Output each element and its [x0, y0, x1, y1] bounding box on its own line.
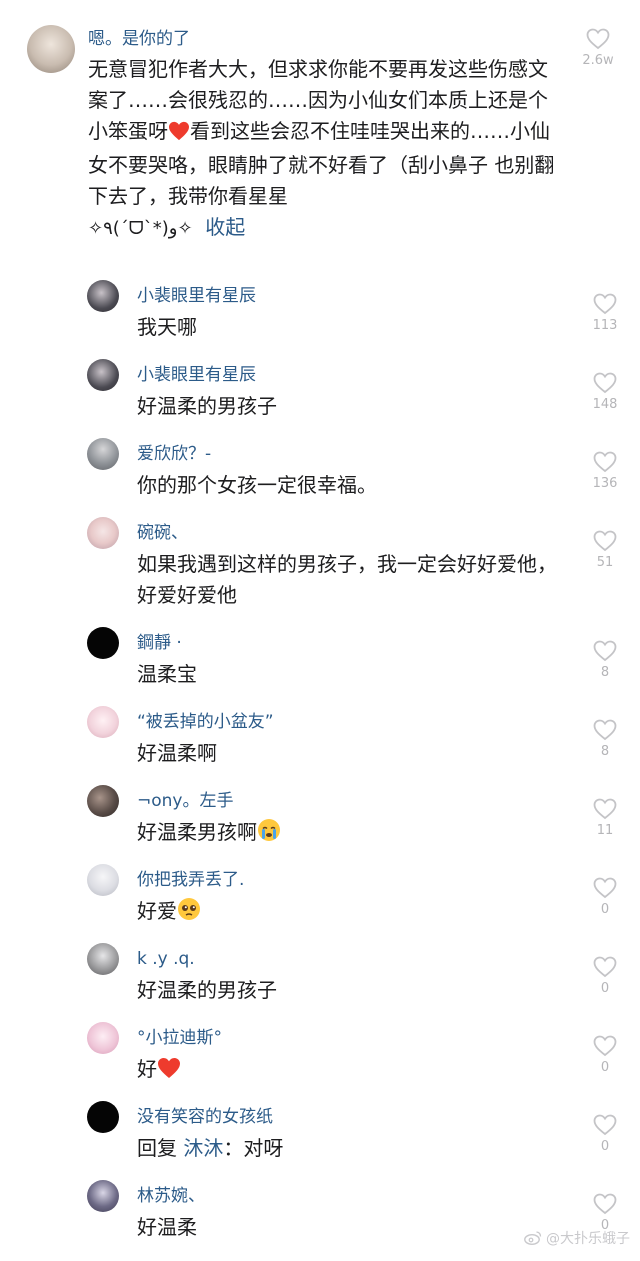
comment-text: 无意冒犯作者大大，但求求你能不要再发这些伤感文案了……会很残忍的……因为小仙女们… — [88, 54, 558, 244]
reply-text: 回复 沐沐：对呀 — [137, 1133, 557, 1164]
heart-outline-icon — [593, 640, 617, 662]
reply-text: 好温柔啊 — [137, 741, 217, 765]
avatar[interactable] — [27, 25, 75, 73]
pleading-face-emoji — [177, 897, 201, 930]
reply-username[interactable]: 碗碗、 — [137, 522, 188, 544]
like-count: 0 — [600, 1060, 610, 1075]
like-button[interactable]: 0 — [591, 956, 619, 996]
heart-outline-icon — [593, 877, 617, 899]
like-button[interactable]: 11 — [591, 798, 619, 838]
avatar[interactable] — [87, 1022, 119, 1054]
sparkle-kaomoji: ✧٩(ˊᗜˋ*)و✧ — [88, 218, 193, 239]
avatar[interactable] — [87, 1180, 119, 1212]
like-count: 51 — [596, 555, 614, 570]
reply-text: 你的那个女孩一定很幸福。 — [137, 473, 377, 497]
reply-text: 好 — [137, 1054, 557, 1088]
heart-outline-icon — [593, 798, 617, 820]
heart-outline-icon — [593, 719, 617, 741]
reply-username[interactable]: 爱欣欣？- — [137, 443, 211, 465]
red-heart-emoji — [168, 119, 190, 150]
heart-outline-icon — [593, 451, 617, 473]
like-count: 8 — [600, 665, 610, 680]
heart-outline-icon — [586, 28, 610, 50]
like-count: 0 — [600, 1139, 610, 1154]
like-button[interactable]: 0 — [591, 1193, 619, 1233]
like-count: 2.6w — [582, 53, 614, 68]
comment-username[interactable]: 嗯。是你的了 — [88, 28, 190, 50]
heart-outline-icon — [593, 530, 617, 552]
avatar[interactable] — [87, 438, 119, 470]
reply-to-username[interactable]: 沐沐 — [183, 1136, 223, 1160]
like-button[interactable]: 2.6w — [582, 28, 614, 68]
like-button[interactable]: 148 — [591, 372, 619, 412]
reply-text: 好温柔 — [137, 1215, 197, 1239]
reply-username[interactable]: ¬ony。左手 — [137, 790, 233, 812]
avatar[interactable] — [87, 1101, 119, 1133]
reply-text: 我天哪 — [137, 315, 197, 339]
red-heart-emoji — [157, 1057, 181, 1088]
reply-username[interactable]: 你把我弄丢了. — [137, 869, 244, 891]
reply-text-body: 好 — [137, 1057, 157, 1081]
like-count: 8 — [600, 744, 610, 759]
like-button[interactable]: 136 — [591, 451, 619, 491]
heart-outline-icon — [593, 956, 617, 978]
like-count: 0 — [600, 981, 610, 996]
like-count: 148 — [592, 397, 618, 412]
reply-username[interactable]: 鋼靜 · — [137, 632, 182, 654]
like-count: 0 — [600, 902, 610, 917]
like-button[interactable]: 113 — [591, 293, 619, 333]
avatar[interactable] — [87, 706, 119, 738]
heart-outline-icon — [593, 293, 617, 315]
avatar[interactable] — [87, 359, 119, 391]
like-button[interactable]: 0 — [591, 1114, 619, 1154]
reply-text-body: 好爱 — [137, 899, 177, 923]
reply-prefix: 回复 — [137, 1136, 177, 1160]
reply-username[interactable]: °小拉迪斯° — [137, 1027, 222, 1049]
avatar[interactable] — [87, 627, 119, 659]
avatar[interactable] — [87, 517, 119, 549]
avatar[interactable] — [87, 280, 119, 312]
avatar[interactable] — [87, 785, 119, 817]
reply-text: 好温柔的男孩子 — [137, 978, 277, 1002]
reply-username[interactable]: k .y .q. — [137, 948, 195, 970]
reply-username[interactable]: 小裴眼里有星辰 — [137, 285, 256, 307]
heart-outline-icon — [593, 372, 617, 394]
heart-outline-icon — [593, 1035, 617, 1057]
collapse-button[interactable]: 收起 — [205, 215, 245, 239]
reply-text: 好温柔的男孩子 — [137, 394, 277, 418]
like-count: 11 — [596, 823, 614, 838]
avatar[interactable] — [87, 864, 119, 896]
like-button[interactable]: 0 — [591, 877, 619, 917]
like-count: 136 — [592, 476, 618, 491]
reply-text-body: 好温柔男孩啊 — [137, 820, 257, 844]
like-button[interactable]: 8 — [591, 719, 619, 759]
reply-text: 好温柔男孩啊 — [137, 817, 557, 851]
like-button[interactable]: 0 — [591, 1035, 619, 1075]
like-button[interactable]: 8 — [591, 640, 619, 680]
reply-username[interactable]: 没有笑容的女孩纸 — [137, 1106, 273, 1128]
weibo-icon — [523, 1230, 542, 1249]
crying-face-emoji — [257, 818, 281, 851]
watermark-text: @大扑乐蛾子 — [546, 1231, 630, 1247]
like-count: 113 — [592, 318, 618, 333]
reply-username[interactable]: “被丢掉的小盆友” — [137, 711, 274, 733]
like-button[interactable]: 51 — [591, 530, 619, 570]
watermark: @大扑乐蛾子 — [523, 1228, 630, 1249]
avatar[interactable] — [87, 943, 119, 975]
reply-text: 如果我遇到这样的男孩子，我一定会好好爱他，好爱好爱他 — [137, 552, 557, 607]
reply-text-body: ：对呀 — [223, 1136, 284, 1160]
heart-outline-icon — [593, 1193, 617, 1215]
reply-text: 好爱 — [137, 896, 557, 930]
reply-username[interactable]: 小裴眼里有星辰 — [137, 364, 256, 386]
reply-username[interactable]: 林苏婉、 — [137, 1185, 205, 1207]
heart-outline-icon — [593, 1114, 617, 1136]
reply-text: 温柔宝 — [137, 662, 197, 686]
